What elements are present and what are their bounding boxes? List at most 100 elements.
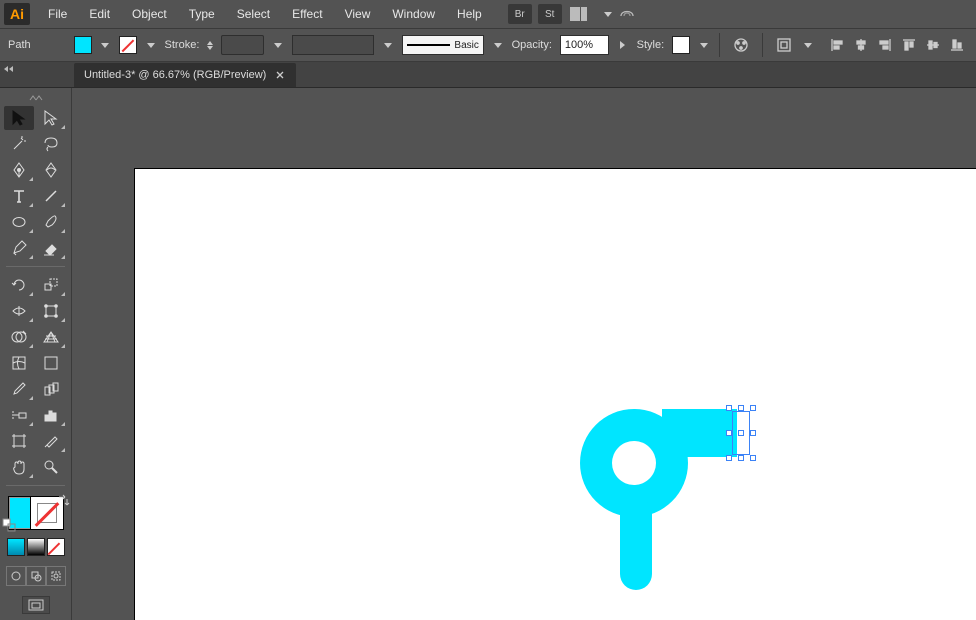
align-bottom-icon[interactable] xyxy=(946,34,968,56)
menu-edit[interactable]: Edit xyxy=(79,3,120,25)
menu-object[interactable]: Object xyxy=(122,3,177,25)
resize-handle-bottom-left[interactable] xyxy=(726,455,732,461)
align-to-dropdown[interactable] xyxy=(802,36,814,54)
document-tabs: Untitled-3* @ 66.67% (RGB/Preview) xyxy=(0,62,976,88)
gpu-preview-icon[interactable] xyxy=(616,3,638,25)
resize-handle-top-center[interactable] xyxy=(738,405,744,411)
stroke-weight-field[interactable] xyxy=(221,35,264,55)
arrange-documents-button[interactable] xyxy=(570,5,596,23)
opacity-field[interactable]: 100% xyxy=(560,35,609,55)
type-tool[interactable] xyxy=(4,184,34,208)
paintbrush-tool[interactable] xyxy=(36,210,66,234)
stroke-swatch[interactable] xyxy=(119,36,137,54)
bridge-button[interactable]: Br xyxy=(508,4,532,24)
blend-tool[interactable] xyxy=(36,377,66,401)
graphic-style-dropdown[interactable] xyxy=(698,36,710,54)
lasso-tool[interactable] xyxy=(36,132,66,156)
width-tool[interactable] xyxy=(4,299,34,323)
artboard-tool[interactable] xyxy=(4,429,34,453)
panel-collapse-toggle[interactable] xyxy=(0,62,16,76)
variable-width-profile[interactable] xyxy=(292,35,374,55)
brush-definition[interactable]: Basic xyxy=(402,35,484,55)
canvas-area[interactable] xyxy=(72,88,976,620)
menu-help[interactable]: Help xyxy=(447,3,492,25)
scale-tool[interactable] xyxy=(36,273,66,297)
symbol-sprayer-tool[interactable] xyxy=(4,403,34,427)
document-tab-title: Untitled-3* @ 66.67% (RGB/Preview) xyxy=(84,69,266,81)
resize-handle-top-left[interactable] xyxy=(726,405,732,411)
direct-selection-tool[interactable] xyxy=(36,106,66,130)
gradient-mode-button[interactable] xyxy=(27,538,45,556)
control-bar: Path Stroke: Basic Opacity: 100% Style: xyxy=(0,28,976,62)
rotate-tool[interactable] xyxy=(4,273,34,297)
swap-fill-stroke-icon[interactable] xyxy=(56,494,70,508)
align-vcenter-icon[interactable] xyxy=(922,34,944,56)
gradient-tool[interactable] xyxy=(36,351,66,375)
variable-width-dropdown[interactable] xyxy=(382,36,394,54)
menu-file[interactable]: File xyxy=(38,3,77,25)
opacity-dropdown[interactable] xyxy=(617,36,629,54)
document-tab[interactable]: Untitled-3* @ 66.67% (RGB/Preview) xyxy=(74,63,296,87)
close-icon[interactable] xyxy=(274,69,286,81)
recolor-artwork-icon[interactable] xyxy=(730,34,751,56)
magic-wand-tool[interactable] xyxy=(4,132,34,156)
selection-tool[interactable] xyxy=(4,106,34,130)
fill-stroke-control[interactable] xyxy=(8,496,64,531)
graphic-style-swatch[interactable] xyxy=(672,36,690,54)
resize-handle-bottom-center[interactable] xyxy=(738,455,744,461)
draw-normal-button[interactable] xyxy=(6,566,26,586)
resize-handle-bottom-right[interactable] xyxy=(750,455,756,461)
opacity-label: Opacity: xyxy=(512,39,552,51)
fill-dropdown[interactable] xyxy=(100,36,112,54)
align-right-icon[interactable] xyxy=(874,34,896,56)
align-to-selection-icon[interactable] xyxy=(773,34,794,56)
menu-effect[interactable]: Effect xyxy=(282,3,332,25)
column-graph-tool[interactable] xyxy=(36,403,66,427)
none-mode-button[interactable] xyxy=(47,538,65,556)
pencil-tool[interactable] xyxy=(4,236,34,260)
stroke-dropdown[interactable] xyxy=(145,36,157,54)
shape-builder-tool[interactable] xyxy=(4,325,34,349)
align-hcenter-icon[interactable] xyxy=(850,34,872,56)
artboard[interactable] xyxy=(134,168,976,620)
center-point-handle[interactable] xyxy=(738,430,744,436)
style-label: Style: xyxy=(637,39,665,51)
align-top-icon[interactable] xyxy=(898,34,920,56)
default-fill-stroke-icon[interactable] xyxy=(2,518,16,532)
brush-dropdown[interactable] xyxy=(492,36,504,54)
align-left-icon[interactable] xyxy=(826,34,848,56)
draw-inside-button[interactable] xyxy=(46,566,66,586)
free-transform-tool[interactable] xyxy=(36,299,66,323)
menu-type[interactable]: Type xyxy=(179,3,225,25)
artwork-bottom-bar[interactable] xyxy=(620,498,652,590)
curvature-tool[interactable] xyxy=(36,158,66,182)
tools-collapse-icon[interactable] xyxy=(4,94,67,102)
pen-tool[interactable] xyxy=(4,158,34,182)
line-segment-tool[interactable] xyxy=(36,184,66,208)
perspective-grid-tool[interactable] xyxy=(36,325,66,349)
hand-tool[interactable] xyxy=(4,455,34,479)
screen-mode-button[interactable] xyxy=(22,596,50,614)
mesh-tool[interactable] xyxy=(4,351,34,375)
fill-swatch[interactable] xyxy=(74,36,92,54)
selection-bounding-box[interactable] xyxy=(726,405,756,461)
zoom-tool[interactable] xyxy=(36,455,66,479)
stroke-weight-stepper[interactable] xyxy=(207,41,213,50)
menu-view[interactable]: View xyxy=(335,3,381,25)
stroke-weight-dropdown[interactable] xyxy=(272,36,284,54)
menu-select[interactable]: Select xyxy=(227,3,280,25)
ellipse-tool[interactable] xyxy=(4,210,34,234)
resize-handle-left-center[interactable] xyxy=(726,430,732,436)
stock-button[interactable]: St xyxy=(538,4,562,24)
arrange-documents-dropdown[interactable] xyxy=(602,5,614,23)
app-logo: Ai xyxy=(4,3,30,25)
tools-panel xyxy=(0,88,72,620)
draw-behind-button[interactable] xyxy=(26,566,46,586)
slice-tool[interactable] xyxy=(36,429,66,453)
eyedropper-tool[interactable] xyxy=(4,377,34,401)
resize-handle-right-center[interactable] xyxy=(750,430,756,436)
eraser-tool[interactable] xyxy=(36,236,66,260)
menu-window[interactable]: Window xyxy=(382,3,445,25)
resize-handle-top-right[interactable] xyxy=(750,405,756,411)
color-mode-button[interactable] xyxy=(7,538,25,556)
